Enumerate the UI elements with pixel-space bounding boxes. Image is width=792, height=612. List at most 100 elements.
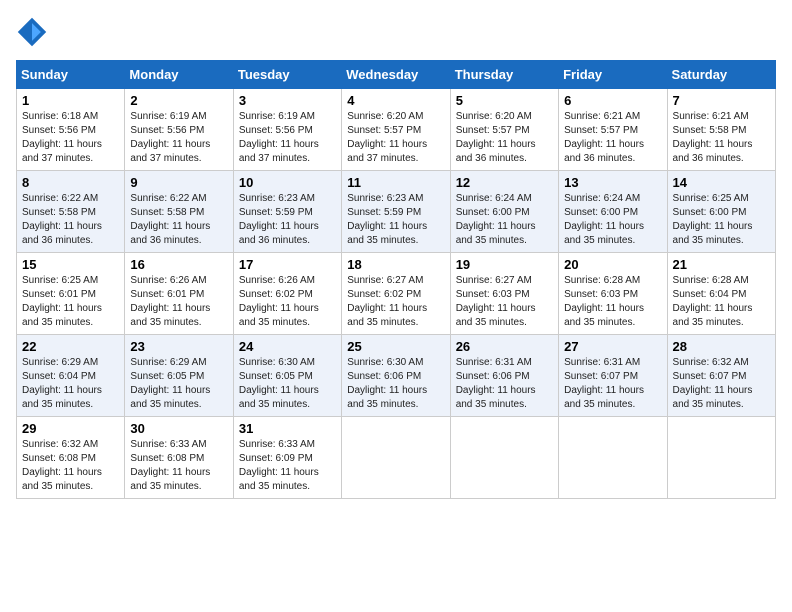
day-info: Sunrise: 6:29 AMSunset: 6:04 PMDaylight:… [22, 357, 102, 410]
day-info: Sunrise: 6:26 AMSunset: 6:01 PMDaylight:… [130, 275, 210, 328]
calendar-cell: 12 Sunrise: 6:24 AMSunset: 6:00 PMDayligh… [450, 171, 558, 253]
day-number: 13 [564, 175, 661, 190]
day-number: 21 [673, 257, 770, 272]
day-number: 2 [130, 93, 227, 108]
calendar-cell: 3Sunrise: 6:19 AMSunset: 5:56 PMDaylight… [233, 89, 341, 171]
calendar-cell: 15Sunrise: 6:25 AMSunset: 6:01 PMDayligh… [17, 253, 125, 335]
day-number: 8 [22, 175, 119, 190]
calendar-cell: 6 Sunrise: 6:21 AMSunset: 5:57 PMDaylight… [559, 89, 667, 171]
calendar-week-row: 8 Sunrise: 6:22 AMSunset: 5:58 PMDaylight… [17, 171, 776, 253]
day-number: 6 [564, 93, 661, 108]
day-info: Sunrise: 6:22 AMSunset: 5:58 PMDaylight:… [130, 193, 210, 246]
day-info: Sunrise: 6:29 AMSunset: 6:05 PMDaylight:… [130, 357, 210, 410]
day-number: 14 [673, 175, 770, 190]
calendar-cell: 30 Sunrise: 6:33 AMSunset: 6:08 PMDayligh… [125, 417, 233, 499]
col-header-wednesday: Wednesday [342, 61, 450, 89]
col-header-sunday: Sunday [17, 61, 125, 89]
day-number: 30 [130, 421, 227, 436]
calendar-cell: 2Sunrise: 6:19 AMSunset: 5:56 PMDaylight… [125, 89, 233, 171]
col-header-thursday: Thursday [450, 61, 558, 89]
day-number: 28 [673, 339, 770, 354]
calendar-cell: 16 Sunrise: 6:26 AMSunset: 6:01 PMDayligh… [125, 253, 233, 335]
day-info: Sunrise: 6:33 AMSunset: 6:09 PMDaylight:… [239, 439, 319, 492]
day-info: Sunrise: 6:27 AMSunset: 6:02 PMDaylight:… [347, 275, 427, 328]
calendar-cell: 7Sunrise: 6:21 AMSunset: 5:58 PMDaylight… [667, 89, 775, 171]
day-info: Sunrise: 6:31 AMSunset: 6:06 PMDaylight:… [456, 357, 536, 410]
calendar-cell: 13Sunrise: 6:24 AMSunset: 6:00 PMDayligh… [559, 171, 667, 253]
calendar-cell: 9 Sunrise: 6:22 AMSunset: 5:58 PMDaylight… [125, 171, 233, 253]
day-info: Sunrise: 6:20 AMSunset: 5:57 PMDaylight:… [347, 111, 427, 164]
logo-icon [16, 16, 48, 48]
day-number: 9 [130, 175, 227, 190]
calendar-cell: 23 Sunrise: 6:29 AMSunset: 6:05 PMDayligh… [125, 335, 233, 417]
day-number: 20 [564, 257, 661, 272]
day-number: 10 [239, 175, 336, 190]
calendar-cell: 4Sunrise: 6:20 AMSunset: 5:57 PMDaylight… [342, 89, 450, 171]
calendar-cell: 21 Sunrise: 6:28 AMSunset: 6:04 PMDayligh… [667, 253, 775, 335]
calendar-cell [450, 417, 558, 499]
day-number: 15 [22, 257, 119, 272]
calendar-cell: 1 Sunrise: 6:18 AMSunset: 5:56 PMDaylight… [17, 89, 125, 171]
day-info: Sunrise: 6:27 AMSunset: 6:03 PMDaylight:… [456, 275, 536, 328]
day-info: Sunrise: 6:23 AMSunset: 5:59 PMDaylight:… [239, 193, 319, 246]
col-header-tuesday: Tuesday [233, 61, 341, 89]
calendar-week-row: 29 Sunrise: 6:32 AMSunset: 6:08 PMDayligh… [17, 417, 776, 499]
day-number: 7 [673, 93, 770, 108]
calendar-cell: 29 Sunrise: 6:32 AMSunset: 6:08 PMDayligh… [17, 417, 125, 499]
calendar-cell: 27Sunrise: 6:31 AMSunset: 6:07 PMDayligh… [559, 335, 667, 417]
calendar-cell: 22 Sunrise: 6:29 AMSunset: 6:04 PMDayligh… [17, 335, 125, 417]
calendar-cell [342, 417, 450, 499]
day-info: Sunrise: 6:33 AMSunset: 6:08 PMDaylight:… [130, 439, 210, 492]
calendar-cell: 18Sunrise: 6:27 AMSunset: 6:02 PMDayligh… [342, 253, 450, 335]
day-number: 5 [456, 93, 553, 108]
col-header-monday: Monday [125, 61, 233, 89]
day-number: 24 [239, 339, 336, 354]
calendar-week-row: 1 Sunrise: 6:18 AMSunset: 5:56 PMDaylight… [17, 89, 776, 171]
day-number: 11 [347, 175, 444, 190]
day-number: 16 [130, 257, 227, 272]
day-info: Sunrise: 6:30 AMSunset: 6:06 PMDaylight:… [347, 357, 427, 410]
col-header-friday: Friday [559, 61, 667, 89]
page-header [16, 16, 776, 48]
day-info: Sunrise: 6:22 AMSunset: 5:58 PMDaylight:… [22, 193, 102, 246]
calendar-cell: 20 Sunrise: 6:28 AMSunset: 6:03 PMDayligh… [559, 253, 667, 335]
calendar-cell: 14 Sunrise: 6:25 AMSunset: 6:00 PMDayligh… [667, 171, 775, 253]
day-info: Sunrise: 6:23 AMSunset: 5:59 PMDaylight:… [347, 193, 427, 246]
day-number: 1 [22, 93, 119, 108]
day-number: 25 [347, 339, 444, 354]
calendar-cell: 10 Sunrise: 6:23 AMSunset: 5:59 PMDayligh… [233, 171, 341, 253]
calendar-cell: 28 Sunrise: 6:32 AMSunset: 6:07 PMDayligh… [667, 335, 775, 417]
calendar-cell: 24 Sunrise: 6:30 AMSunset: 6:05 PMDayligh… [233, 335, 341, 417]
calendar-cell: 25 Sunrise: 6:30 AMSunset: 6:06 PMDayligh… [342, 335, 450, 417]
day-number: 3 [239, 93, 336, 108]
day-number: 12 [456, 175, 553, 190]
calendar-cell: 11 Sunrise: 6:23 AMSunset: 5:59 PMDayligh… [342, 171, 450, 253]
day-number: 22 [22, 339, 119, 354]
calendar-cell: 8 Sunrise: 6:22 AMSunset: 5:58 PMDaylight… [17, 171, 125, 253]
day-info: Sunrise: 6:21 AMSunset: 5:57 PMDaylight:… [564, 111, 644, 164]
calendar-cell: 19 Sunrise: 6:27 AMSunset: 6:03 PMDayligh… [450, 253, 558, 335]
day-number: 31 [239, 421, 336, 436]
calendar-cell [667, 417, 775, 499]
calendar-cell [559, 417, 667, 499]
calendar-cell: 17Sunrise: 6:26 AMSunset: 6:02 PMDayligh… [233, 253, 341, 335]
day-info: Sunrise: 6:30 AMSunset: 6:05 PMDaylight:… [239, 357, 319, 410]
day-info: Sunrise: 6:32 AMSunset: 6:07 PMDaylight:… [673, 357, 753, 410]
col-header-saturday: Saturday [667, 61, 775, 89]
day-number: 23 [130, 339, 227, 354]
day-info: Sunrise: 6:18 AMSunset: 5:56 PMDaylight:… [22, 111, 102, 164]
day-number: 26 [456, 339, 553, 354]
day-number: 19 [456, 257, 553, 272]
calendar-cell: 31 Sunrise: 6:33 AMSunset: 6:09 PMDayligh… [233, 417, 341, 499]
day-info: Sunrise: 6:28 AMSunset: 6:04 PMDaylight:… [673, 275, 753, 328]
day-info: Sunrise: 6:25 AMSunset: 6:00 PMDaylight:… [673, 193, 753, 246]
day-info: Sunrise: 6:31 AMSunset: 6:07 PMDaylight:… [564, 357, 644, 410]
calendar-cell: 26 Sunrise: 6:31 AMSunset: 6:06 PMDayligh… [450, 335, 558, 417]
day-info: Sunrise: 6:24 AMSunset: 6:00 PMDaylight:… [456, 193, 536, 246]
day-number: 29 [22, 421, 119, 436]
day-info: Sunrise: 6:32 AMSunset: 6:08 PMDaylight:… [22, 439, 102, 492]
logo [16, 16, 52, 48]
calendar-week-row: 15Sunrise: 6:25 AMSunset: 6:01 PMDayligh… [17, 253, 776, 335]
day-info: Sunrise: 6:28 AMSunset: 6:03 PMDaylight:… [564, 275, 644, 328]
day-info: Sunrise: 6:26 AMSunset: 6:02 PMDaylight:… [239, 275, 319, 328]
